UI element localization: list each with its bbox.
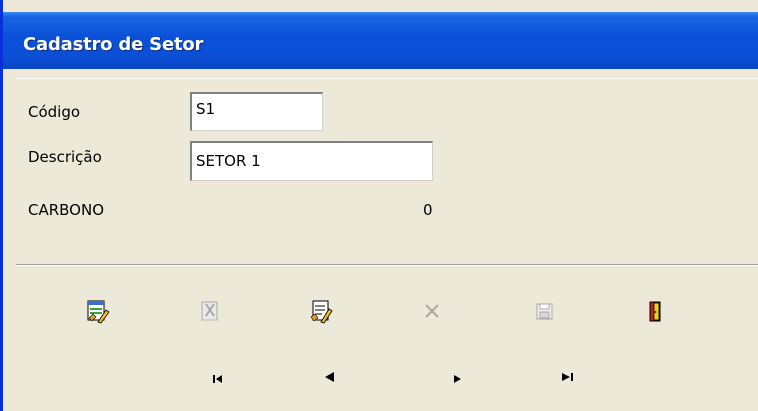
first-record-button[interactable] bbox=[208, 369, 228, 389]
window-title: Cadastro de Setor bbox=[23, 34, 204, 55]
window: Cadastro de Setor Código S1 Descrição SE… bbox=[0, 0, 758, 411]
prior-record-icon bbox=[325, 372, 334, 382]
exit-door-icon bbox=[649, 301, 661, 322]
descricao-input[interactable]: SETOR 1 bbox=[190, 141, 433, 181]
first-record-icon bbox=[213, 375, 222, 383]
next-record-button[interactable] bbox=[447, 369, 467, 389]
last-record-icon bbox=[562, 373, 573, 381]
save-disk-icon bbox=[536, 303, 553, 320]
insert-record-icon bbox=[87, 300, 110, 324]
codigo-input[interactable]: S1 bbox=[190, 92, 323, 131]
cancel-x-icon bbox=[425, 304, 439, 318]
prior-record-button[interactable] bbox=[319, 367, 339, 387]
cancel-button[interactable] bbox=[418, 297, 446, 325]
edit-record-icon bbox=[310, 300, 333, 324]
last-record-button[interactable] bbox=[558, 367, 578, 387]
descricao-label: Descrição bbox=[28, 148, 102, 166]
carbono-label: CARBONO bbox=[28, 201, 105, 219]
insert-button[interactable] bbox=[83, 297, 111, 325]
delete-record-icon bbox=[201, 301, 218, 321]
exit-button[interactable] bbox=[641, 297, 669, 325]
delete-button[interactable] bbox=[196, 297, 224, 325]
save-button[interactable] bbox=[530, 297, 558, 325]
codigo-label: Código bbox=[28, 103, 81, 121]
next-record-icon bbox=[454, 375, 461, 383]
edit-button[interactable] bbox=[307, 297, 335, 325]
carbono-value: 0 bbox=[423, 201, 433, 219]
